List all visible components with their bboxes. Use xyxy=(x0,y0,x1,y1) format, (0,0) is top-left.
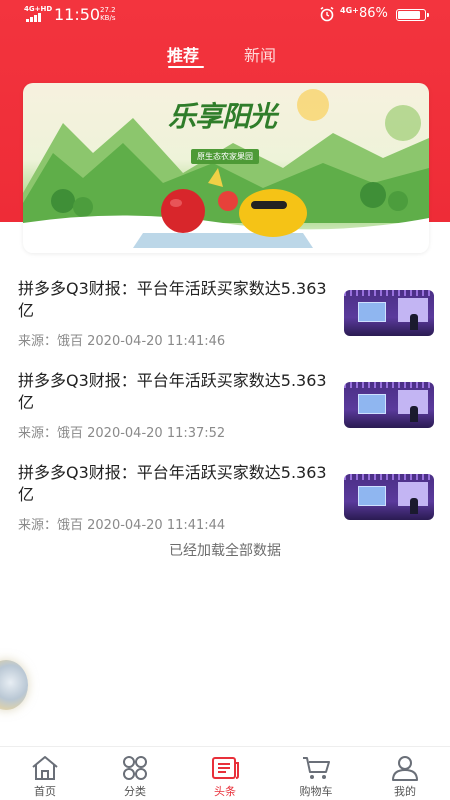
nav-headline[interactable]: 头条 xyxy=(195,747,255,800)
clock: 11:50 xyxy=(54,5,101,24)
nav-home-label: 首页 xyxy=(34,785,56,798)
load-complete-text: 已经加载全部数据 xyxy=(169,543,281,559)
nav-category-label: 分类 xyxy=(124,785,146,798)
category-icon xyxy=(123,756,147,780)
active-tab-indicator xyxy=(168,66,204,68)
news-thumbnail xyxy=(344,290,434,336)
promo-banner[interactable]: 乐享阳光 原生态农家果园 xyxy=(23,83,429,253)
user-icon xyxy=(392,756,418,781)
banner-subtitle: 原生态农家果园 xyxy=(191,149,259,164)
cart-icon xyxy=(303,757,330,779)
floating-assist-ball[interactable] xyxy=(0,660,28,710)
status-bar: 4G+HD 11:50 27.2 KB/s 4G+ 86% xyxy=(0,0,450,30)
news-item[interactable]: 拼多多Q3财报：平台年活跃买家数达5.363亿 来源：饿百 2020-04-20… xyxy=(0,456,450,548)
nav-mine[interactable]: 我的 xyxy=(375,747,435,800)
network-type: 4G+HD xyxy=(24,5,53,13)
top-tabs: 推荐 新闻 xyxy=(0,38,450,70)
news-thumbnail xyxy=(344,474,434,520)
nav-mine-label: 我的 xyxy=(394,785,416,798)
news-title: 拼多多Q3财报：平台年活跃买家数达5.363亿 xyxy=(18,463,327,504)
alarm-icon xyxy=(320,6,334,22)
tab-recommend[interactable]: 推荐 xyxy=(167,42,199,66)
news-title: 拼多多Q3财报：平台年活跃买家数达5.363亿 xyxy=(18,371,327,412)
news-meta: 来源：饿百 2020-04-20 11:37:52 xyxy=(18,426,226,441)
tab-news[interactable]: 新闻 xyxy=(244,42,276,66)
battery-icon xyxy=(396,9,429,21)
battery-percentage: 86% xyxy=(359,6,388,21)
news-title: 拼多多Q3财报：平台年活跃买家数达5.363亿 xyxy=(18,279,327,320)
news-meta: 来源：饿百 2020-04-20 11:41:44 xyxy=(18,518,226,533)
nav-home[interactable]: 首页 xyxy=(15,747,75,800)
nav-category[interactable]: 分类 xyxy=(105,747,165,800)
headline-icon xyxy=(212,757,239,779)
nav-headline-label: 头条 xyxy=(214,785,236,798)
network-speed: 27.2 KB/s xyxy=(100,6,116,22)
home-icon xyxy=(32,756,58,780)
nav-cart-label: 购物车 xyxy=(299,785,333,798)
news-thumbnail xyxy=(344,382,434,428)
signal-icon xyxy=(26,13,41,22)
network-type-2: 4G+ xyxy=(340,6,359,15)
network-speed-value: 27.2 xyxy=(100,6,116,14)
nav-cart[interactable]: 购物车 xyxy=(286,747,346,800)
bottom-nav: 首页 分类 头条 购物车 我的 xyxy=(0,746,450,800)
news-meta: 来源：饿百 2020-04-20 11:41:46 xyxy=(18,334,226,349)
news-item[interactable]: 拼多多Q3财报：平台年活跃买家数达5.363亿 来源：饿百 2020-04-20… xyxy=(0,272,450,364)
banner-title: 乐享阳光 xyxy=(168,100,277,133)
news-item[interactable]: 拼多多Q3财报：平台年活跃买家数达5.363亿 来源：饿百 2020-04-20… xyxy=(0,364,450,456)
network-speed-unit: KB/s xyxy=(100,14,116,22)
